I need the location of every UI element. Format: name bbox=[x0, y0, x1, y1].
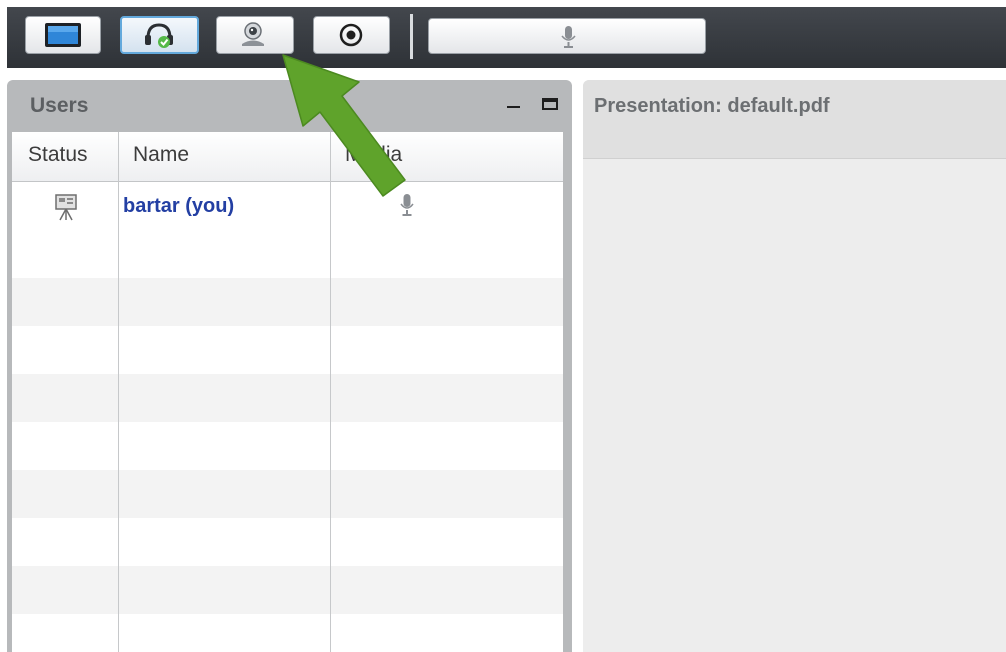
annotation-arrow bbox=[282, 54, 406, 197]
